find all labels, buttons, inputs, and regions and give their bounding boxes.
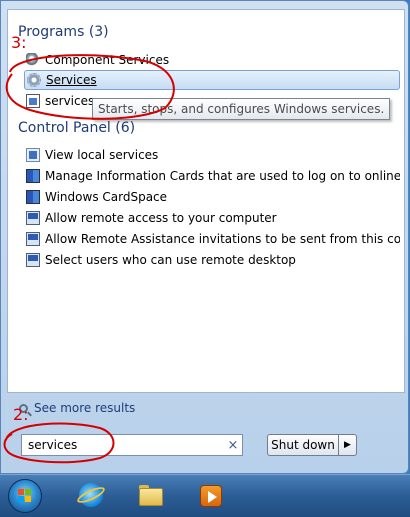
result-component-services[interactable]: Component Services xyxy=(26,50,400,70)
windows-logo-icon xyxy=(18,489,32,503)
see-more-label: See more results xyxy=(34,401,136,415)
result-label: Select users who can use remote desktop xyxy=(45,253,296,267)
control-panel-icon xyxy=(26,148,40,162)
result-label: Manage Information Cards that are used t… xyxy=(45,169,400,183)
search-results-pane: Programs (3) Component Services Services… xyxy=(7,9,405,393)
window-icon xyxy=(26,94,40,108)
search-box[interactable]: × xyxy=(21,434,243,456)
result-label: View local services xyxy=(45,148,159,162)
component-services-icon xyxy=(26,53,40,67)
control-panel-header[interactable]: Control Panel (6) xyxy=(18,120,135,136)
remote-icon xyxy=(26,211,40,225)
result-allow-remote-assistance[interactable]: Allow Remote Assistance invitations to b… xyxy=(26,229,400,249)
remote-icon xyxy=(26,253,40,267)
result-manage-information-cards[interactable]: Manage Information Cards that are used t… xyxy=(26,166,400,186)
result-label: Allow remote access to your computer xyxy=(45,211,277,225)
shutdown-group: Shut down ▶ xyxy=(267,434,357,456)
result-allow-remote-access[interactable]: Allow remote access to your computer xyxy=(26,208,400,228)
result-select-remote-users[interactable]: Select users who can use remote desktop xyxy=(26,250,400,270)
result-label: Windows CardSpace xyxy=(45,190,168,204)
programs-header[interactable]: Programs (3) xyxy=(18,24,109,40)
taskbar xyxy=(0,474,410,517)
gear-icon xyxy=(27,73,41,87)
result-label: Allow Remote Assistance invitations to b… xyxy=(45,232,400,246)
start-menu: Programs (3) Component Services Services… xyxy=(0,0,409,474)
see-more-results-link[interactable]: See more results xyxy=(19,401,135,415)
annotation-step-3: 3: xyxy=(11,33,27,52)
search-input[interactable] xyxy=(22,436,224,454)
internet-explorer-icon[interactable] xyxy=(75,481,107,511)
cardspace-icon xyxy=(26,190,40,204)
remote-icon xyxy=(26,232,40,246)
result-windows-cardspace[interactable]: Windows CardSpace xyxy=(26,187,400,207)
result-label: Component Services xyxy=(45,53,170,67)
windows-explorer-icon[interactable] xyxy=(136,481,166,511)
annotation-step-2: 2: xyxy=(13,405,29,424)
services-tooltip: Starts, stops, and configures Windows se… xyxy=(92,98,391,120)
clear-search-icon[interactable]: × xyxy=(224,438,242,453)
shutdown-button[interactable]: Shut down xyxy=(267,434,339,456)
result-label: services xyxy=(45,94,95,108)
cardspace-icon xyxy=(26,169,40,183)
shutdown-options-arrow-icon[interactable]: ▶ xyxy=(339,434,357,456)
start-orb[interactable] xyxy=(8,479,42,513)
result-view-local-services[interactable]: View local services xyxy=(26,145,400,165)
result-services[interactable]: Services xyxy=(24,70,400,90)
result-label: Services xyxy=(46,73,97,87)
media-player-icon[interactable] xyxy=(196,481,226,511)
